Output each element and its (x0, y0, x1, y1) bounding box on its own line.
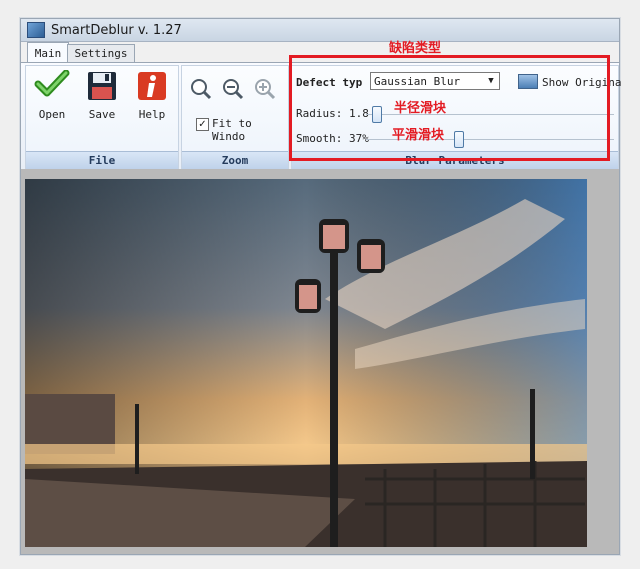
floppy-disk-icon (88, 72, 116, 100)
file-group: Open Save Help File (25, 65, 179, 170)
info-icon (138, 72, 166, 100)
zoom-fit-icon[interactable] (190, 78, 212, 100)
zoom-in-icon[interactable] (254, 78, 276, 100)
save-label: Save (88, 108, 116, 121)
window-title: SmartDeblur v. 1.27 (51, 22, 182, 38)
image-canvas[interactable] (21, 169, 619, 554)
title-bar: SmartDeblur v. 1.27 (21, 19, 619, 42)
open-label: Open (38, 108, 66, 121)
help-button[interactable]: Help (128, 70, 176, 132)
help-label: Help (138, 108, 166, 121)
venice-lamppost-photo (25, 179, 587, 547)
fit-to-window-checkbox[interactable]: ✓ (196, 118, 209, 131)
tab-main-label: Main (34, 46, 62, 60)
app-icon (27, 22, 45, 38)
annotation-highlight-box (289, 55, 610, 161)
annotation-defect-type: 缺陷类型 (389, 41, 442, 56)
zoom-group-label: Zoom (182, 151, 288, 169)
zoom-group: ✓ Fit to Windo Zoom (181, 65, 289, 170)
open-checkmark-icon (34, 70, 70, 97)
annotation-radius-slider: 半径滑块 (394, 101, 447, 116)
open-button[interactable]: Open (28, 70, 76, 132)
tab-settings-label: Settings (74, 47, 128, 60)
tab-main[interactable]: Main (27, 42, 69, 63)
tab-settings[interactable]: Settings (67, 44, 135, 62)
save-button[interactable]: Save (78, 70, 126, 132)
preview-photo (25, 179, 587, 547)
file-group-label: File (26, 151, 178, 169)
zoom-out-icon[interactable] (222, 78, 244, 100)
annotation-smooth-slider: 平滑滑块 (392, 128, 445, 143)
fit-to-window-label: Fit to Windo (212, 117, 252, 143)
